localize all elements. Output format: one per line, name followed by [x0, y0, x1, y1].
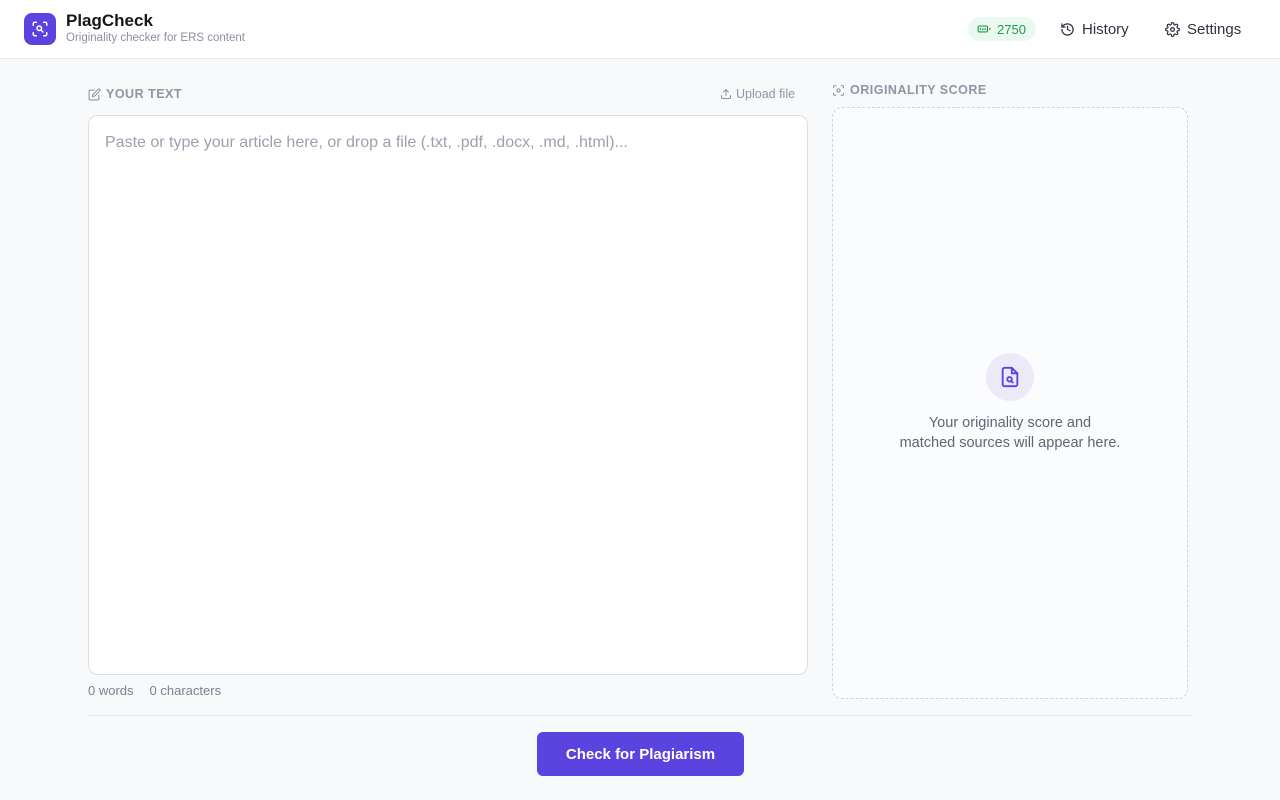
battery-icon	[977, 25, 991, 33]
your-text-label: YOUR TEXT	[88, 87, 182, 101]
gear-icon	[1165, 21, 1180, 37]
settings-label: Settings	[1187, 20, 1242, 38]
article-text-input[interactable]	[88, 115, 808, 675]
footer-divider	[88, 715, 1192, 716]
app-header: PlagCheck Originality checker for ERS co…	[0, 0, 1280, 59]
your-text-label-text: YOUR TEXT	[106, 87, 183, 101]
empty-state-line-2: matched sources will appear here.	[899, 435, 1121, 451]
app-logo	[24, 13, 56, 45]
history-icon	[1061, 22, 1074, 36]
empty-state-line-1: Your originality score and	[928, 415, 1092, 431]
credits-badge: 2750	[968, 17, 1036, 41]
originality-score-label-text: ORIGINALITY SCORE	[850, 83, 987, 97]
scan-search-icon	[32, 21, 48, 37]
empty-state-icon-wrap	[986, 353, 1034, 401]
empty-state-message: Your originality score and matched sourc…	[833, 413, 1187, 453]
originality-score-label: ORIGINALITY SCORE	[832, 83, 987, 97]
upload-file-label: Upload file	[736, 87, 796, 101]
file-search-icon	[1001, 366, 1019, 388]
character-count: 0 characters	[149, 683, 222, 698]
upload-icon	[721, 89, 731, 99]
app-title: PlagCheck	[66, 11, 153, 30]
score-panel: Your originality score and matched sourc…	[832, 107, 1188, 699]
word-count: 0 words	[88, 683, 134, 698]
history-button[interactable]: History	[1060, 16, 1129, 42]
history-label: History	[1082, 20, 1129, 38]
settings-button[interactable]: Settings	[1165, 16, 1241, 42]
text-counts: 0 words 0 characters	[88, 683, 221, 698]
edit-icon	[88, 87, 101, 100]
scan-icon	[833, 84, 844, 96]
app-subtitle: Originality checker for ERS content	[66, 32, 245, 44]
credits-count: 2750	[997, 21, 1026, 37]
upload-file-button[interactable]: Upload file	[720, 87, 795, 101]
check-plagiarism-button[interactable]: Check for Plagiarism	[537, 732, 744, 776]
